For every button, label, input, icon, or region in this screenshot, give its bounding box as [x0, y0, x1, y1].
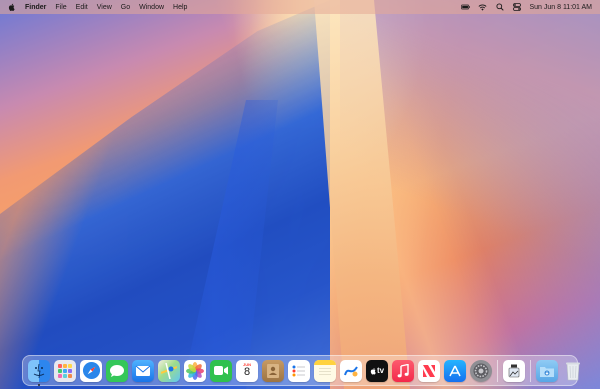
reminders-icon [292, 365, 305, 376]
dock-trash[interactable] [562, 360, 584, 382]
music-icon [397, 363, 409, 377]
dock-preview[interactable] [503, 359, 525, 382]
dock-contacts[interactable] [262, 359, 284, 382]
search-icon[interactable] [495, 3, 504, 11]
dock-tv[interactable]: tv [366, 359, 388, 382]
tv-label: tv [376, 366, 385, 375]
downloads-folder-icon [540, 366, 554, 377]
trash-icon [566, 362, 580, 380]
dock-reminders[interactable] [288, 359, 310, 382]
news-icon [423, 364, 435, 377]
dock-photos[interactable] [184, 359, 206, 382]
dock-system-settings[interactable] [470, 359, 492, 382]
apple-icon[interactable] [8, 3, 16, 11]
dock-calendar[interactable]: JUN 8 [236, 359, 258, 382]
dock-safari[interactable] [80, 359, 102, 382]
menu-bar: Finder File Edit View Go Window Help Sun… [0, 0, 600, 14]
dock-mail[interactable] [132, 359, 154, 382]
mail-icon [135, 365, 151, 376]
menu-edit[interactable]: Edit [76, 4, 88, 11]
launchpad-icon [58, 363, 72, 378]
finder-icon [33, 363, 45, 378]
running-indicator [38, 383, 40, 386]
tv-icon [370, 367, 376, 374]
dock-freeform[interactable] [340, 359, 362, 382]
calendar-day: 8 [243, 365, 251, 378]
dock-finder[interactable] [28, 359, 50, 386]
dock-music[interactable] [392, 359, 414, 382]
menu-clock[interactable]: Sun Jun 8 11:01 AM [529, 4, 592, 11]
messages-icon [110, 364, 124, 377]
menu-window[interactable]: Window [139, 4, 164, 11]
dock-separator [530, 359, 531, 382]
facetime-icon [214, 366, 228, 375]
safari-icon [82, 361, 100, 380]
dock-maps[interactable] [158, 359, 180, 382]
gear-icon [473, 363, 489, 378]
menu-app-name[interactable]: Finder [25, 4, 46, 11]
dock-launchpad[interactable] [54, 359, 76, 382]
contacts-icon [267, 363, 279, 378]
control-center-icon[interactable] [512, 3, 521, 11]
photos-icon [186, 361, 204, 380]
dock-notes[interactable] [314, 359, 336, 382]
notes-icon [319, 367, 331, 375]
app-store-icon [449, 365, 461, 376]
dock-app-store[interactable] [444, 359, 466, 382]
freeform-icon [344, 365, 358, 376]
dock: JUN 8 tv [22, 355, 580, 386]
dock-downloads[interactable] [536, 359, 558, 382]
dock-news[interactable] [418, 359, 440, 382]
menu-view[interactable]: View [97, 4, 112, 11]
menu-file[interactable]: File [55, 4, 66, 11]
dock-separator [497, 359, 498, 382]
wifi-icon[interactable] [478, 3, 487, 11]
menu-help[interactable]: Help [173, 4, 187, 11]
maps-icon [161, 362, 177, 379]
menu-go[interactable]: Go [121, 4, 130, 11]
dock-facetime[interactable] [210, 359, 232, 382]
preview-icon [508, 364, 520, 377]
battery-icon[interactable] [461, 3, 471, 11]
dock-messages[interactable] [106, 359, 128, 382]
